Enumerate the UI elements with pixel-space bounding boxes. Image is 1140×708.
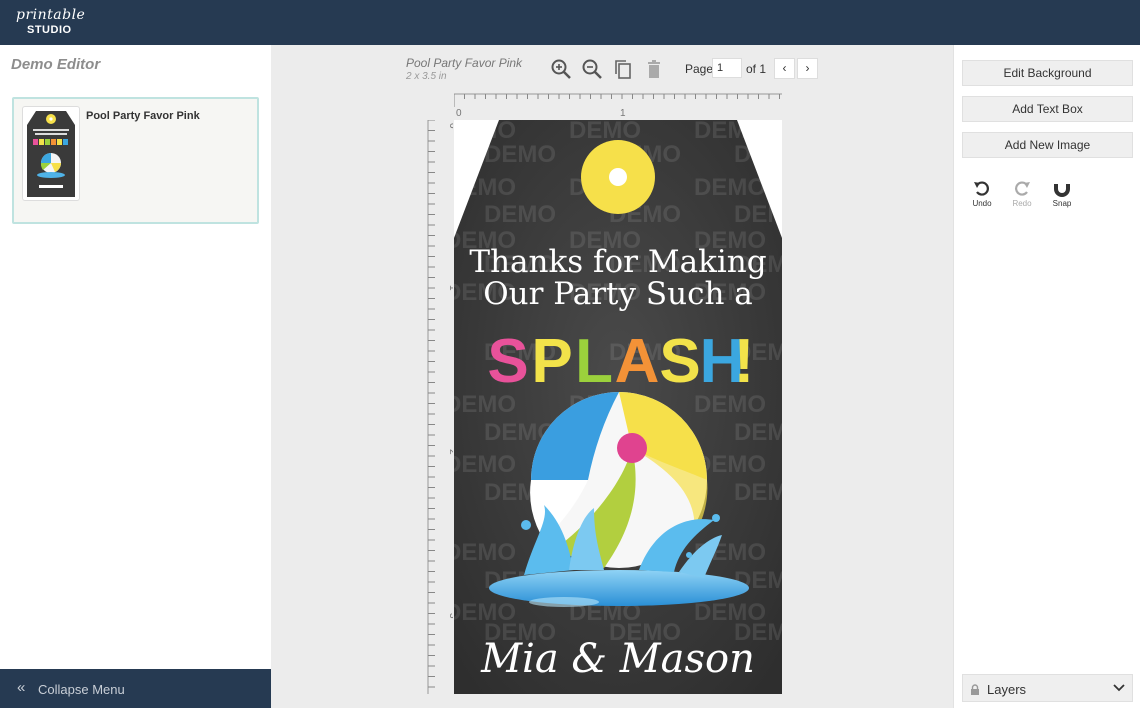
document-name: Pool Party Favor Pink [406, 56, 523, 70]
design-card[interactable]: Pool Party Favor Pink [12, 97, 259, 224]
ruler-label: 1 [620, 108, 626, 119]
undo-icon [974, 181, 989, 196]
zoom-in-icon [551, 59, 571, 79]
favor-tag-artwork[interactable]: DEMODEMODEMODEMODEMODEMODEMODEMODEMODEMO… [454, 120, 782, 694]
demo-watermark: DEMO [734, 479, 782, 506]
page-number-input[interactable] [712, 58, 742, 78]
thumbnail-tag-image [27, 111, 75, 197]
redo-icon [1015, 181, 1030, 196]
layers-label: Layers [987, 682, 1027, 697]
splash-letter: ! [734, 327, 755, 396]
demo-watermark: DEMO [734, 419, 782, 446]
splash-letter: S [659, 327, 700, 396]
page-total: of 1 [746, 62, 767, 76]
vertical-ruler: 0 1 2 3 [427, 120, 453, 694]
splash-heading[interactable]: S P L A S H ! [487, 327, 754, 396]
ruler-label: 0 [456, 108, 462, 119]
undo-button[interactable]: Undo [967, 180, 997, 212]
splash-letter: P [531, 327, 572, 396]
logo-script-text: printable [16, 7, 86, 23]
zoom-out-button[interactable] [581, 58, 603, 80]
delete-button[interactable] [643, 58, 665, 80]
previous-page-button[interactable]: ‹ [774, 58, 795, 79]
chevron-right-icon: › [805, 61, 810, 75]
tag-hole [609, 168, 627, 186]
editor-title: Demo Editor [11, 56, 101, 73]
demo-watermark: DEMO [454, 174, 516, 201]
ruler-label: 0 [447, 123, 453, 129]
add-new-image-button[interactable]: Add New Image [962, 132, 1133, 158]
redo-label: Redo [1012, 199, 1032, 208]
document-size: 2 x 3.5 in [406, 71, 447, 82]
trash-icon [648, 60, 660, 78]
demo-watermark: DEMO [694, 174, 766, 201]
logo-studio-text: STUDIO [27, 24, 72, 36]
design-thumbnail[interactable] [22, 106, 80, 201]
edit-background-button[interactable]: Edit Background [962, 60, 1133, 86]
right-panel: Edit Background Add Text Box Add New Ima… [953, 45, 1140, 708]
demo-watermark: DEMO [484, 141, 556, 168]
printable-studio-logo[interactable]: printable STUDIO [16, 7, 96, 39]
demo-watermark: DEMO [454, 539, 516, 566]
tag-names-text[interactable]: Mia & Mason [480, 636, 755, 682]
demo-watermark: DEMO [734, 201, 782, 228]
splash-letter: S [487, 327, 528, 396]
tag-message-line-2[interactable]: Our Party Such a [483, 276, 753, 312]
chevron-down-icon [1113, 684, 1125, 692]
lock-icon [971, 684, 979, 695]
horizontal-ruler: 0 1 [454, 93, 782, 119]
left-panel: Demo Editor Pool Party Favor Pink [0, 45, 271, 708]
demo-watermark: DEMO [484, 201, 556, 228]
collapse-menu-label: Collapse Menu [38, 682, 125, 697]
ruler-label: 1 [447, 285, 453, 291]
undo-label: Undo [972, 199, 992, 208]
ruler-label: 3 [447, 613, 453, 619]
next-page-button[interactable]: › [797, 58, 818, 79]
collapse-menu-button[interactable]: « Collapse Menu [0, 669, 271, 708]
demo-watermark: DEMO [734, 141, 782, 168]
snap-label: Snap [1052, 199, 1072, 208]
design-name: Pool Party Favor Pink [86, 110, 200, 122]
page-label: Page [685, 62, 714, 76]
double-chevron-left-icon: « [17, 679, 26, 696]
design-canvas[interactable]: DEMODEMODEMODEMODEMODEMODEMODEMODEMODEMO… [454, 120, 782, 694]
ruler-label: 2 [447, 449, 453, 455]
splash-letter: L [575, 327, 613, 396]
copy-icon [615, 60, 631, 79]
demo-watermark: DEMO [454, 451, 516, 478]
chevron-left-icon: ‹ [782, 61, 787, 75]
top-bar: printable STUDIO [0, 0, 1140, 45]
splash-letter: A [615, 327, 660, 396]
layers-dropdown[interactable]: Layers [962, 674, 1133, 702]
redo-button[interactable]: Redo [1007, 180, 1037, 212]
snap-button[interactable]: Snap [1047, 180, 1077, 212]
add-text-box-button[interactable]: Add Text Box [962, 96, 1133, 122]
duplicate-button[interactable] [612, 58, 634, 80]
zoom-in-button[interactable] [550, 58, 572, 80]
tag-message-line-1[interactable]: Thanks for Making [469, 244, 766, 280]
magnet-icon [1054, 181, 1070, 197]
zoom-out-icon [582, 59, 602, 79]
